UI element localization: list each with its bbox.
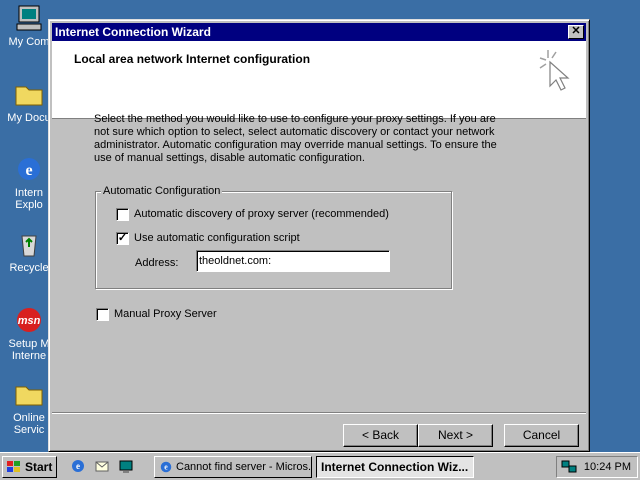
start-label: Start [25, 460, 53, 474]
outlook-quicklaunch-icon[interactable] [94, 458, 110, 474]
ie-icon: e [160, 461, 172, 473]
folder-icon [15, 386, 43, 406]
manual-proxy-label[interactable]: Manual Proxy Server [114, 308, 217, 321]
task-label: Cannot find server - Micros... [176, 461, 312, 473]
window-title: Internet Connection Wizard [55, 25, 211, 39]
system-tray: 10:24 PM [556, 456, 638, 478]
manual-proxy-checkbox[interactable] [96, 308, 109, 321]
ie-quicklaunch-icon[interactable]: e [70, 458, 86, 474]
computer-icon [16, 5, 42, 31]
windows-logo-icon [7, 461, 20, 472]
page-title: Local area network Internet configuratio… [74, 52, 311, 66]
folder-icon [15, 86, 43, 106]
automatic-configuration-group: Automatic Configuration Automatic discov… [95, 185, 452, 289]
network-tray-icon[interactable] [561, 460, 577, 474]
task-button-wizard[interactable]: Internet Connection Wiz... [316, 456, 474, 478]
intro-text: Select the method you would like to use … [94, 113, 497, 164]
task-button-ie[interactable]: e Cannot find server - Micros... [154, 456, 312, 478]
auto-script-label[interactable]: Use automatic configuration script [134, 232, 300, 245]
svg-text:e: e [164, 463, 168, 472]
group-label: Automatic Configuration [101, 185, 223, 198]
auto-script-checkbox[interactable]: ✓ [116, 232, 129, 245]
window-titlebar[interactable]: Internet Connection Wizard ✕ [52, 23, 586, 41]
cancel-button[interactable]: Cancel [504, 424, 579, 447]
svg-text:msn: msn [18, 315, 41, 327]
address-label: Address: [135, 257, 179, 269]
show-desktop-icon[interactable] [118, 458, 134, 474]
close-button[interactable]: ✕ [568, 25, 584, 39]
clock[interactable]: 10:24 PM [584, 457, 631, 477]
wizard-header: Local area network Internet configuratio… [52, 41, 586, 119]
wizard-cursor-icon [539, 50, 570, 91]
auto-discovery-checkbox[interactable] [116, 208, 129, 221]
ie-icon: e [18, 158, 40, 180]
recycle-bin-icon [21, 235, 37, 257]
auto-discovery-label[interactable]: Automatic discovery of proxy server (rec… [134, 208, 389, 221]
start-button[interactable]: Start [2, 456, 57, 478]
back-button[interactable]: < Back [343, 424, 418, 447]
msn-icon: msn [17, 308, 41, 332]
svg-text:e: e [25, 162, 32, 179]
task-label: Internet Connection Wiz... [321, 460, 469, 474]
button-divider [52, 412, 586, 414]
taskbar: Start e e Cannot find server - Micros...… [0, 452, 640, 480]
address-input[interactable] [196, 250, 390, 272]
wizard-window: Internet Connection Wizard ✕ Local area … [48, 19, 590, 452]
svg-text:e: e [76, 461, 80, 471]
next-button[interactable]: Next > [418, 424, 493, 447]
